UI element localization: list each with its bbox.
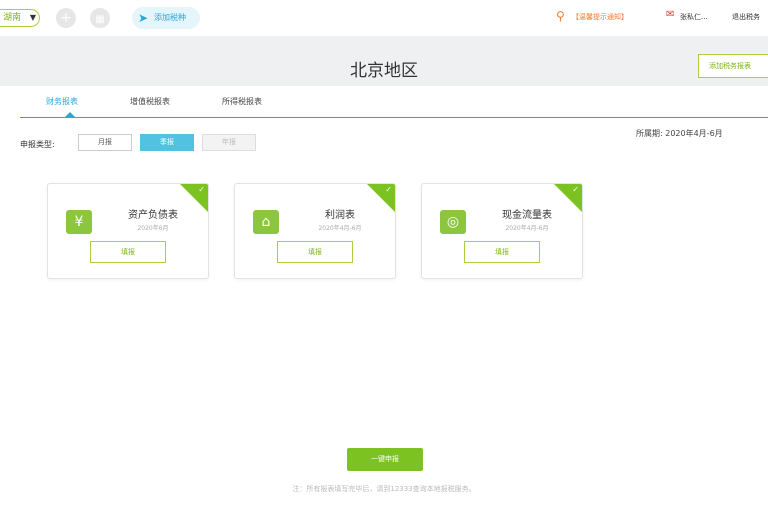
- report-card-cash-flow: ✓ ◎ 现金流量表 2020年4月-6月 填报: [421, 183, 583, 279]
- fill-button[interactable]: 填报: [464, 241, 540, 263]
- card-title: 资产负债表: [128, 210, 178, 221]
- tab-financial-report[interactable]: 财务报表: [46, 96, 78, 107]
- page-title: 北京地区: [350, 61, 418, 81]
- tab-underline: [20, 117, 768, 118]
- add-circle-button[interactable]: +: [56, 8, 76, 28]
- tab-bar: 财务报表 增值税报表 所得税报表: [0, 86, 768, 118]
- add-tax-label: 添加税种: [154, 13, 186, 22]
- filter-yearly-button: 年报: [202, 134, 256, 151]
- card-title: 现金流量表: [502, 210, 552, 221]
- region-select-value: 湖南: [3, 13, 22, 23]
- plus-icon: +: [60, 10, 72, 26]
- user-name[interactable]: 张私仁...: [680, 12, 708, 22]
- filter-quarterly-button[interactable]: 季报: [140, 134, 194, 151]
- card-date: 2020年4月-6月: [318, 225, 362, 232]
- check-icon: ✓: [198, 185, 205, 194]
- paper-plane-icon: ➤: [138, 11, 149, 25]
- logout-link[interactable]: 退出税务: [732, 12, 760, 22]
- cash-flow-icon: ◎: [440, 210, 466, 234]
- check-icon: ✓: [572, 185, 579, 194]
- tab-vat-report[interactable]: 增值税报表: [130, 96, 170, 107]
- chevron-down-icon: ▼: [29, 13, 36, 22]
- notice-link[interactable]: 【温馨提示通知】: [572, 12, 628, 22]
- card-date: 2020年4月-6月: [505, 225, 549, 232]
- check-icon: ✓: [385, 185, 392, 194]
- grid-icon: ▦: [95, 14, 105, 25]
- add-report-button[interactable]: 添加税务报表: [698, 54, 768, 78]
- message-icon[interactable]: ✉: [666, 9, 674, 20]
- region-select[interactable]: 湖南 ▼: [0, 9, 40, 27]
- filter-label: 申报类型:: [20, 140, 55, 149]
- add-tax-button[interactable]: ➤ 添加税种: [132, 7, 200, 29]
- card-title: 利润表: [325, 210, 355, 221]
- fill-button[interactable]: 填报: [90, 241, 166, 263]
- footnote: 注：所有报表填写完毕后，请到12333查询本地报税服务。: [292, 485, 476, 493]
- yen-icon: ¥: [66, 210, 92, 234]
- fill-button[interactable]: 填报: [277, 241, 353, 263]
- top-bar: 湖南 ▼ + ▦ ➤ 添加税种 ⚲ 【温馨提示通知】 ✉ 张私仁... 退出税务: [0, 0, 768, 36]
- card-date: 2020年6月: [137, 225, 169, 232]
- search-icon[interactable]: ⚲: [556, 9, 565, 23]
- tab-income-tax-report[interactable]: 所得税报表: [222, 96, 262, 107]
- submit-all-button[interactable]: 一键申报: [347, 448, 423, 471]
- menu-circle-button[interactable]: ▦: [90, 8, 110, 28]
- store-icon: ⌂: [253, 210, 279, 234]
- report-card-income-statement: ✓ ⌂ 利润表 2020年4月-6月 填报: [234, 183, 396, 279]
- period-label: 所属期: 2020年4月-6月: [636, 129, 723, 138]
- report-card-balance-sheet: ✓ ¥ 资产负债表 2020年6月 填报: [47, 183, 209, 279]
- filter-monthly-button[interactable]: 月报: [78, 134, 132, 151]
